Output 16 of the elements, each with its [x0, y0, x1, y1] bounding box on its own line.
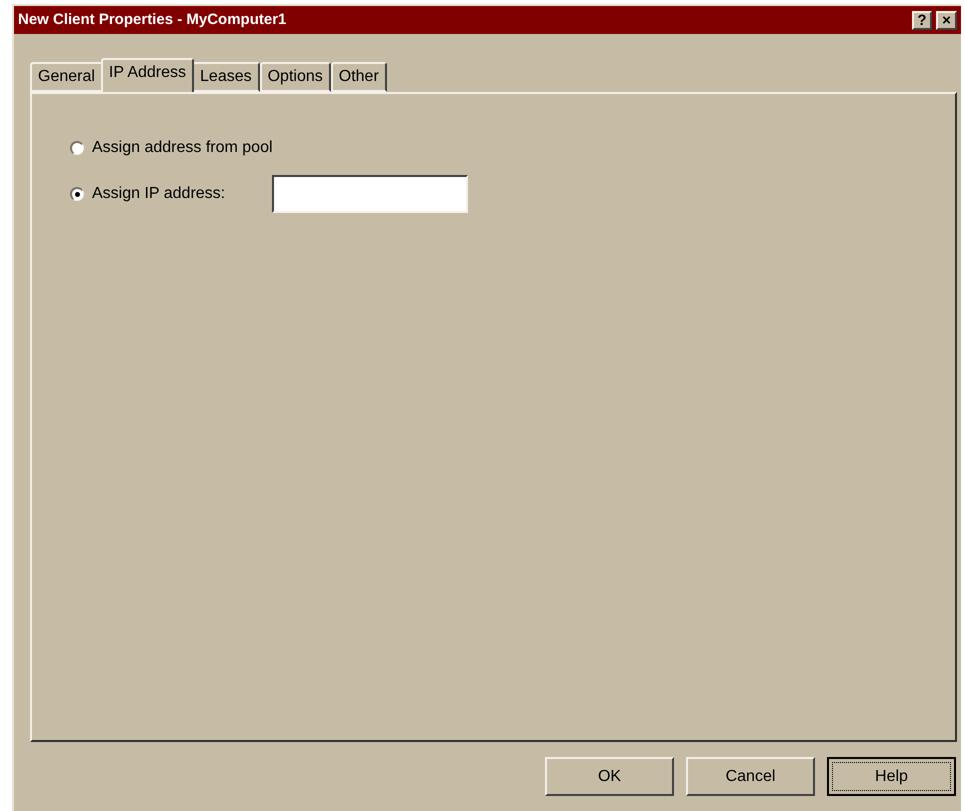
ip-address-field[interactable]	[272, 175, 468, 213]
close-button[interactable]: ×	[936, 10, 957, 30]
tab[interactable]: Options	[260, 62, 331, 92]
dialog-button[interactable]: OK	[545, 757, 674, 796]
tab[interactable]: IP Address	[100, 58, 194, 92]
radio-label: Assign address from pool	[92, 138, 272, 158]
tab[interactable]: Other	[330, 62, 387, 92]
dialog-button[interactable]: Cancel	[686, 757, 815, 796]
tab[interactable]: Leases	[192, 62, 260, 92]
radio-button[interactable]	[70, 141, 84, 155]
radio-button[interactable]	[70, 187, 84, 201]
radio-label: Assign IP address:	[92, 184, 226, 204]
help-button[interactable]: ?	[912, 10, 932, 30]
tab[interactable]: General	[30, 62, 103, 92]
window-title: New Client Properties - MyComputer1	[18, 10, 288, 30]
dialog-button[interactable]: Help	[827, 757, 956, 796]
